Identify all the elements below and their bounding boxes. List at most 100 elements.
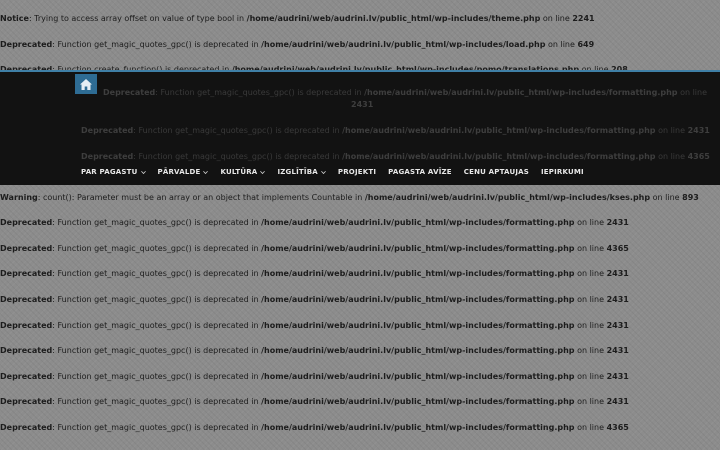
notice-line: 2431 bbox=[606, 321, 629, 330]
notice-on-line: on line bbox=[677, 88, 708, 97]
notice-line: 2431 bbox=[606, 295, 629, 304]
nav-label: PAGASTA AVĪZE bbox=[388, 168, 452, 176]
notice-type: Deprecated bbox=[0, 244, 53, 253]
chevron-down-icon bbox=[260, 170, 266, 174]
notice-line: 4365 bbox=[687, 152, 710, 161]
notice-path: /home/audrini/web/audrini.lv/public_html… bbox=[364, 88, 678, 97]
php-notice: Deprecated: Function get_magic_quotes_gp… bbox=[0, 423, 629, 433]
notice-type: Deprecated bbox=[0, 40, 53, 49]
notice-on-line: on line bbox=[574, 423, 607, 432]
nav-label: PROJEKTI bbox=[337, 168, 377, 176]
notice-on-line: on line bbox=[655, 126, 688, 135]
php-notice: Deprecated: Function get_magic_quotes_gp… bbox=[103, 88, 707, 98]
nav-label: IZGLĪTĪBA bbox=[277, 168, 318, 176]
notice-text: : count(): Parameter must be an array or… bbox=[37, 193, 365, 202]
notice-line: 2431 bbox=[606, 372, 629, 381]
notice-text: : Function get_magic_quotes_gpc() is dep… bbox=[52, 423, 262, 432]
notice-on-line: on line bbox=[574, 397, 607, 406]
php-notice: Warning: count(): Parameter must be an a… bbox=[0, 193, 699, 203]
notice-on-line: on line bbox=[574, 269, 607, 278]
php-notice: Deprecated: Function get_magic_quotes_gp… bbox=[0, 346, 629, 356]
notice-line: 2431 bbox=[351, 100, 373, 110]
site-header: Deprecated: Function get_magic_quotes_gp… bbox=[0, 70, 720, 185]
notice-type: Deprecated bbox=[81, 126, 134, 135]
php-notice: Deprecated: Function get_magic_quotes_gp… bbox=[0, 269, 629, 279]
notice-text: : Function get_magic_quotes_gpc() is dep… bbox=[52, 372, 262, 381]
notice-text: : Trying to access array offset on value… bbox=[28, 14, 247, 23]
notice-type: Deprecated bbox=[0, 295, 53, 304]
notice-type: Deprecated bbox=[0, 346, 53, 355]
nav-item-par-pagastu[interactable]: PAR PAGASTU bbox=[81, 168, 146, 176]
notice-text: : Function get_magic_quotes_gpc() is dep… bbox=[133, 152, 343, 161]
chevron-down-icon bbox=[140, 170, 146, 174]
notice-on-line: on line bbox=[574, 372, 607, 381]
notice-line: 2431 bbox=[687, 126, 710, 135]
notice-on-line: on line bbox=[574, 295, 607, 304]
php-notice: Deprecated: Function get_magic_quotes_gp… bbox=[0, 244, 629, 254]
notice-type: Deprecated bbox=[0, 397, 53, 406]
nav-item-cenu-aptaujas[interactable]: CENU APTAUJAS bbox=[464, 168, 529, 176]
notice-line: 4365 bbox=[606, 423, 629, 432]
php-notice: Deprecated: Function get_magic_quotes_gp… bbox=[81, 152, 710, 162]
nav-label: PAR PAGASTU bbox=[81, 168, 138, 176]
notice-line: 2431 bbox=[606, 397, 629, 406]
notice-line: 893 bbox=[682, 193, 699, 202]
home-button[interactable] bbox=[75, 74, 97, 94]
notice-text: : Function get_magic_quotes_gpc() is dep… bbox=[52, 321, 262, 330]
php-notice: Deprecated: Function get_magic_quotes_gp… bbox=[0, 218, 629, 228]
notice-path: /home/audrini/web/audrini.lv/public_html… bbox=[261, 40, 546, 49]
notice-type: Notice bbox=[0, 14, 29, 23]
notice-type: Deprecated bbox=[0, 423, 53, 432]
notice-text: : Function get_magic_quotes_gpc() is dep… bbox=[52, 295, 262, 304]
nav-label: PĀRVALDE bbox=[157, 168, 201, 176]
notice-text: : Function get_magic_quotes_gpc() is dep… bbox=[155, 88, 365, 97]
notice-type: Deprecated bbox=[0, 269, 53, 278]
notice-type: Deprecated bbox=[0, 321, 53, 330]
php-notice: Deprecated: Function get_magic_quotes_gp… bbox=[0, 321, 629, 331]
php-notice: Deprecated: Function get_magic_quotes_gp… bbox=[0, 372, 629, 382]
notice-line-value: 2431 bbox=[351, 100, 374, 109]
notice-on-line: on line bbox=[574, 244, 607, 253]
notice-type: Deprecated bbox=[0, 218, 53, 227]
main-nav: PAR PAGASTU PĀRVALDE KULTŪRA IZGLĪTĪBA P… bbox=[81, 168, 596, 176]
notice-path: /home/audrini/web/audrini.lv/public_html… bbox=[246, 14, 541, 23]
nav-item-iepirkumi[interactable]: IEPIRKUMI bbox=[541, 168, 584, 176]
notice-on-line: on line bbox=[574, 346, 607, 355]
notice-on-line: on line bbox=[574, 321, 607, 330]
notice-path: /home/audrini/web/audrini.lv/public_html… bbox=[261, 244, 575, 253]
notice-type: Warning bbox=[0, 193, 38, 202]
notice-text: : Function get_magic_quotes_gpc() is dep… bbox=[52, 397, 262, 406]
notice-line: 2241 bbox=[572, 14, 595, 23]
notice-on-line: on line bbox=[650, 193, 683, 202]
notice-line: 2431 bbox=[606, 346, 629, 355]
php-notice: Deprecated: Function get_magic_quotes_gp… bbox=[81, 126, 710, 136]
notice-text: : Function get_magic_quotes_gpc() is dep… bbox=[52, 244, 262, 253]
chevron-down-icon bbox=[203, 170, 209, 174]
notice-type: Deprecated bbox=[0, 372, 53, 381]
nav-item-pagasta-avize[interactable]: PAGASTA AVĪZE bbox=[388, 168, 452, 176]
notice-path: /home/audrini/web/audrini.lv/public_html… bbox=[261, 295, 575, 304]
notice-on-line: on line bbox=[655, 152, 688, 161]
nav-item-izglitiba[interactable]: IZGLĪTĪBA bbox=[277, 168, 326, 176]
notice-path: /home/audrini/web/audrini.lv/public_html… bbox=[261, 321, 575, 330]
php-notice: Deprecated: Function get_magic_quotes_gp… bbox=[0, 295, 629, 305]
home-icon bbox=[80, 78, 92, 90]
notice-text: : Function get_magic_quotes_gpc() is dep… bbox=[52, 269, 262, 278]
notice-path: /home/audrini/web/audrini.lv/public_html… bbox=[261, 397, 575, 406]
nav-item-kultura[interactable]: KULTŪRA bbox=[220, 168, 266, 176]
nav-label: CENU APTAUJAS bbox=[463, 168, 529, 176]
notice-on-line: on line bbox=[545, 40, 578, 49]
notice-path: /home/audrini/web/audrini.lv/public_html… bbox=[261, 423, 575, 432]
notice-on-line: on line bbox=[574, 218, 607, 227]
notice-path: /home/audrini/web/audrini.lv/public_html… bbox=[342, 152, 656, 161]
notice-text: : Function get_magic_quotes_gpc() is dep… bbox=[52, 40, 262, 49]
notice-path: /home/audrini/web/audrini.lv/public_html… bbox=[261, 346, 575, 355]
nav-item-projekti[interactable]: PROJEKTI bbox=[338, 168, 376, 176]
notice-text: : Function get_magic_quotes_gpc() is dep… bbox=[52, 218, 262, 227]
notice-line: 2431 bbox=[606, 269, 629, 278]
notice-line: 4365 bbox=[606, 244, 629, 253]
notice-text: : Function get_magic_quotes_gpc() is dep… bbox=[52, 346, 262, 355]
notice-type: Deprecated bbox=[81, 152, 134, 161]
notice-path: /home/audrini/web/audrini.lv/public_html… bbox=[364, 193, 651, 202]
nav-item-parvalde[interactable]: PĀRVALDE bbox=[158, 168, 209, 176]
